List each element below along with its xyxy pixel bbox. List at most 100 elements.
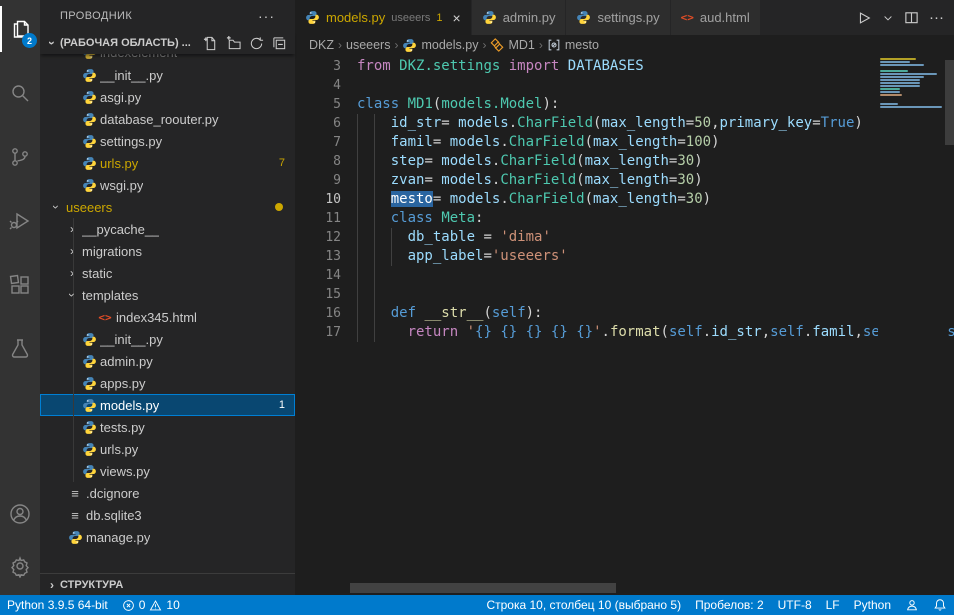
tree-item-manage.py[interactable]: manage.py — [40, 526, 295, 548]
tab-settings.py[interactable]: settings.py — [566, 0, 670, 35]
status-encoding[interactable]: UTF-8 — [771, 595, 819, 615]
tab-models.py[interactable]: models.pyuseeers1× — [295, 0, 472, 35]
code-line[interactable]: 10 mesto= models.CharField(max_length=30… — [295, 190, 954, 209]
status-python-interpreter[interactable]: Python 3.9.5 64-bit — [0, 595, 115, 615]
tree-indent-guide — [73, 350, 74, 372]
tree-item-apps.py[interactable]: apps.py — [40, 372, 295, 394]
indent-guide — [374, 114, 375, 342]
tree-item-index345.html[interactable]: <>index345.html — [40, 306, 295, 328]
close-icon[interactable]: × — [453, 10, 461, 26]
breadcrumb-item-MD1[interactable]: MD1 — [490, 38, 534, 52]
activity-extensions[interactable] — [0, 262, 40, 308]
tree-item-templates[interactable]: ›templates — [40, 284, 295, 306]
tree-item-urls.py[interactable]: urls.py — [40, 438, 295, 460]
code-line[interactable]: 6 id_str= models.CharField(max_length=50… — [295, 114, 954, 133]
tree-item-views.py[interactable]: views.py — [40, 460, 295, 482]
workspace-section-header[interactable]: › (РАБОЧАЯ ОБЛАСТЬ) ... — [40, 32, 295, 54]
tree-item-db.sqlite3[interactable]: ≡db.sqlite3 — [40, 504, 295, 526]
status-label: LF — [826, 598, 840, 612]
activity-manage[interactable] — [0, 543, 40, 589]
tree-item-__init__.py[interactable]: __init__.py — [40, 64, 295, 86]
tree-item-asgi.py[interactable]: asgi.py — [40, 86, 295, 108]
tree-item-label: __pycache__ — [82, 222, 159, 237]
breadcrumb-item-mesto[interactable]: mesto — [547, 38, 599, 52]
activity-run-debug[interactable] — [0, 198, 40, 244]
code-line[interactable]: 11 class Meta: — [295, 209, 954, 228]
activity-source-control[interactable] — [0, 134, 40, 180]
refresh-icon[interactable] — [249, 36, 264, 51]
activity-testing[interactable] — [0, 326, 40, 372]
code-line[interactable]: 5class MD1(models.Model): — [295, 95, 954, 114]
outline-section-header[interactable]: › СТРУКТУРА — [40, 573, 295, 595]
split-editor-button[interactable] — [904, 10, 919, 25]
tab-admin.py[interactable]: admin.py — [472, 0, 567, 35]
tree-item-urls.py[interactable]: urls.py7 — [40, 152, 295, 174]
code-editor[interactable]: 3from DKZ.settings import DATABASES45cla… — [295, 55, 954, 595]
run-button[interactable] — [856, 10, 872, 26]
tree-item-clipped[interactable]: indexelement — [40, 54, 295, 64]
code-text: return '{} {} {} {} {}'.format(self.id_s… — [341, 323, 954, 342]
tree-item-settings.py[interactable]: settings.py — [40, 130, 295, 152]
code-line[interactable]: 15 — [295, 285, 954, 304]
status-indentation[interactable]: Пробелов: 2 — [688, 595, 771, 615]
tree-item-__init__.py[interactable]: __init__.py — [40, 328, 295, 350]
tab-aud.html[interactable]: <>aud.html — [671, 0, 761, 35]
activity-explorer[interactable]: 2 — [0, 6, 40, 52]
editor-group: models.pyuseeers1×admin.pysettings.py<>a… — [295, 0, 954, 595]
code-text: db_table = 'dima' — [341, 228, 551, 247]
code-text: class MD1(models.Model): — [341, 95, 559, 114]
tree-item-label: index345.html — [116, 310, 197, 325]
outline-section-label: СТРУКТУРА — [60, 579, 123, 591]
code-line[interactable]: 4 — [295, 76, 954, 95]
status-notifications[interactable] — [926, 595, 954, 615]
status-cursor-position[interactable]: Строка 10, столбец 10 (выбрано 5) — [479, 595, 688, 615]
breadcrumb-item-useeers[interactable]: useeers — [346, 38, 390, 52]
minimap[interactable] — [878, 55, 945, 595]
python-icon — [80, 376, 98, 391]
status-feedback[interactable] — [898, 595, 926, 615]
breadcrumb-label: MD1 — [508, 38, 534, 52]
code-text — [341, 76, 357, 95]
breadcrumb-item-DKZ[interactable]: DKZ — [309, 38, 334, 52]
tree-item-migrations[interactable]: ›migrations — [40, 240, 295, 262]
status-problems[interactable]: 010 — [115, 595, 187, 615]
new-file-icon[interactable] — [203, 36, 218, 51]
status-language-mode[interactable]: Python — [847, 595, 898, 615]
tree-item-.dcignore[interactable]: ≡.dcignore — [40, 482, 295, 504]
views-more-actions-icon[interactable]: ··· — [258, 8, 275, 24]
code-line[interactable]: 8 step= models.CharField(max_length=30) — [295, 152, 954, 171]
file-tree: indexelement__init__.pyasgi.pydatabase_r… — [40, 54, 295, 548]
tree-item-useeers[interactable]: ›useeers — [40, 196, 295, 218]
collapse-all-icon[interactable] — [272, 36, 287, 51]
code-line[interactable]: 16 def __str__(self): — [295, 304, 954, 323]
code-text: famil= models.CharField(max_length=100) — [341, 133, 720, 152]
horizontal-scrollbar[interactable] — [350, 583, 616, 593]
html-icon: <> — [96, 311, 114, 324]
code-line[interactable]: 13 app_label='useeers' — [295, 247, 954, 266]
code-line[interactable]: 14 — [295, 266, 954, 285]
source-control-icon — [8, 145, 32, 169]
minimap-line — [880, 73, 937, 75]
tree-item-wsgi.py[interactable]: wsgi.py — [40, 174, 295, 196]
code-line[interactable]: 9 zvan= models.CharField(max_length=30) — [295, 171, 954, 190]
tree-item-database_roouter.py[interactable]: database_roouter.py — [40, 108, 295, 130]
vertical-scrollbar[interactable] — [945, 60, 954, 145]
code-line[interactable]: 3from DKZ.settings import DATABASES — [295, 57, 954, 76]
tree-item-__pycache__[interactable]: ›__pycache__ — [40, 218, 295, 240]
activity-search[interactable] — [0, 70, 40, 116]
status-eol[interactable]: LF — [819, 595, 847, 615]
code-line[interactable]: 7 famil= models.CharField(max_length=100… — [295, 133, 954, 152]
tree-item-tests.py[interactable]: tests.py — [40, 416, 295, 438]
activity-accounts[interactable] — [0, 491, 40, 537]
line-number: 8 — [295, 152, 341, 171]
run-dropdown[interactable] — [882, 12, 894, 24]
tree-item-admin.py[interactable]: admin.py — [40, 350, 295, 372]
breadcrumb-item-models.py[interactable]: models.py — [402, 38, 478, 53]
tree-item-models.py[interactable]: models.py1 — [40, 394, 295, 416]
code-line[interactable]: 17 return '{} {} {} {} {}'.format(self.i… — [295, 323, 954, 342]
tree-item-static[interactable]: ›static — [40, 262, 295, 284]
gear-icon — [8, 554, 32, 578]
new-folder-icon[interactable] — [226, 36, 241, 51]
code-line[interactable]: 12 db_table = 'dima' — [295, 228, 954, 247]
more-actions-icon[interactable]: ··· — [929, 9, 944, 26]
